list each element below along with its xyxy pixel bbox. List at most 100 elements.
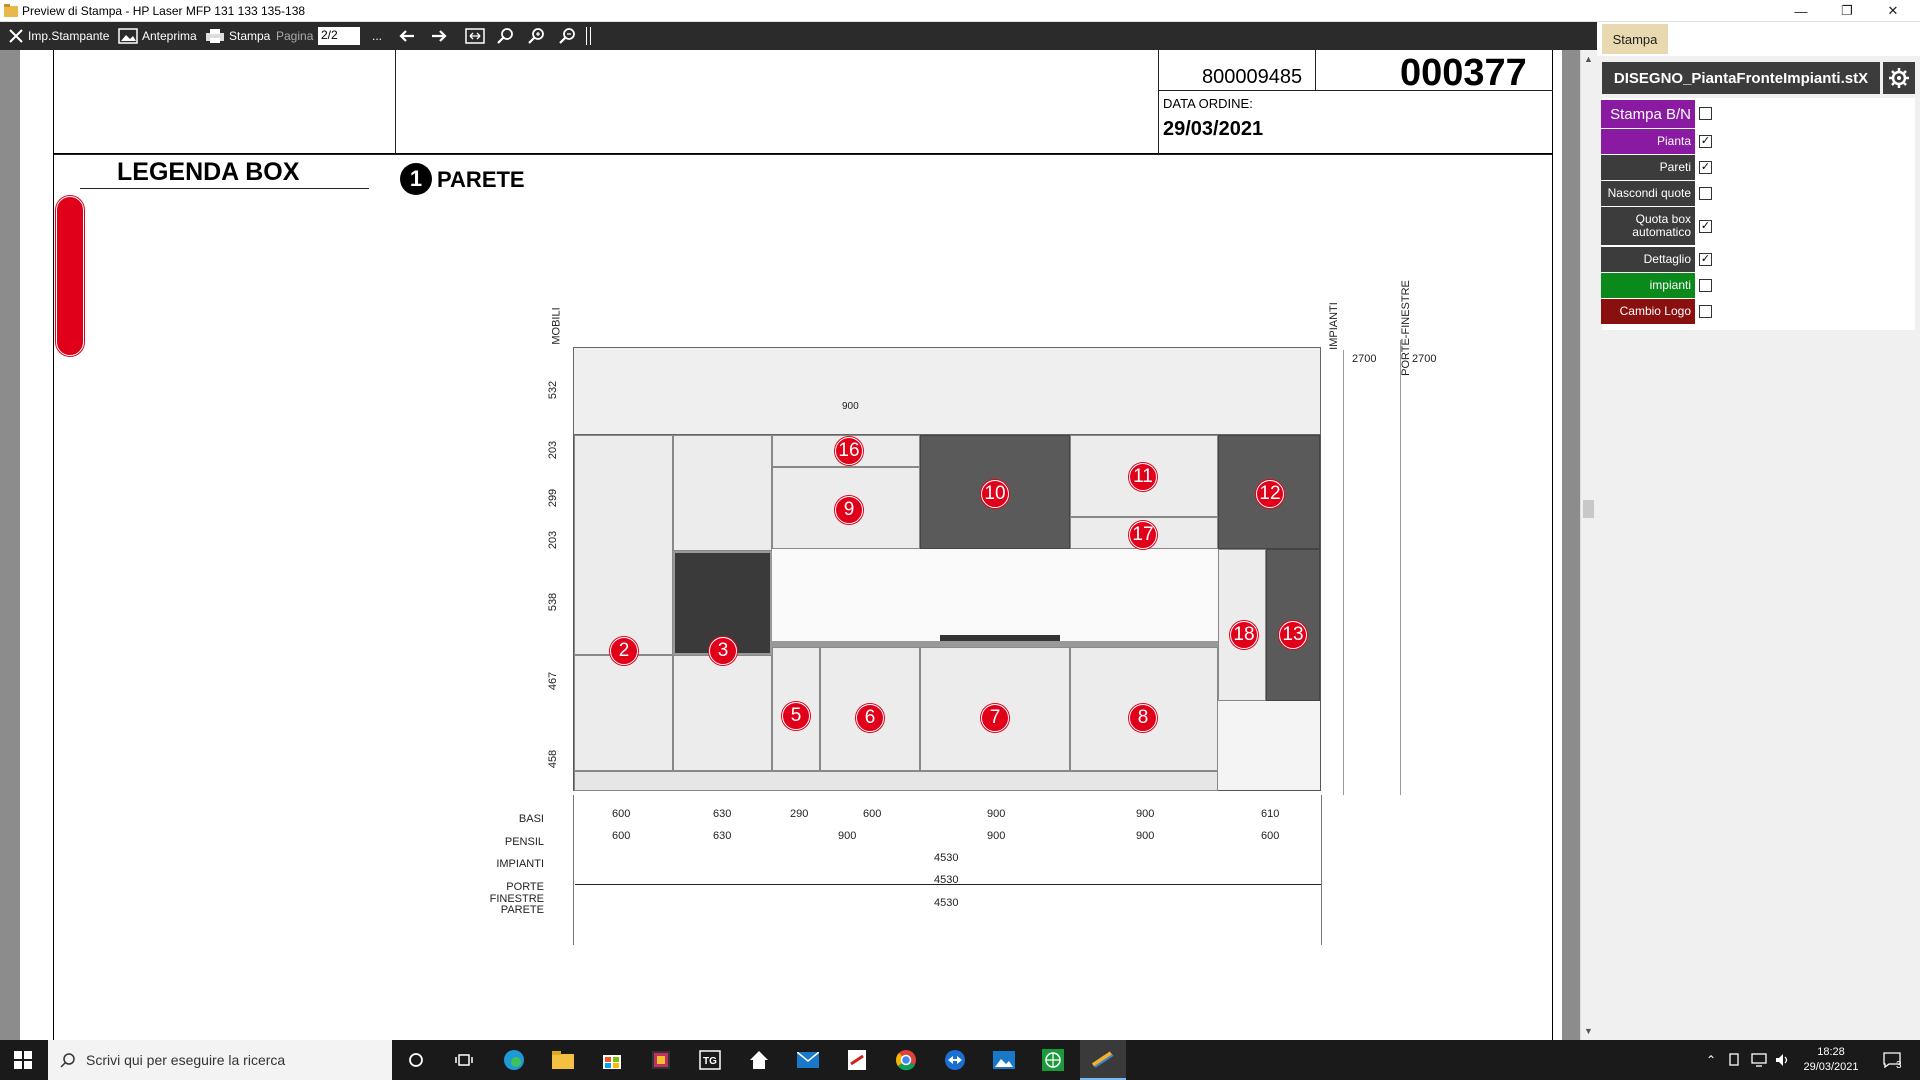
- settings-button[interactable]: [1883, 62, 1915, 94]
- option-quota-box[interactable]: Quota box automatico ✓: [1597, 207, 1920, 247]
- printer-setup-button[interactable]: Imp.Stampante: [8, 22, 109, 50]
- photos-icon: [652, 1051, 670, 1069]
- taskbar-app-globe[interactable]: [1033, 1040, 1073, 1080]
- badge-7: 7: [981, 704, 1009, 732]
- taskbar-app-photos[interactable]: [641, 1040, 681, 1080]
- panel-file-title: DISEGNO_PiantaFronteImpianti.stX: [1602, 62, 1880, 94]
- badge-13: 13: [1279, 621, 1307, 649]
- search-box[interactable]: Scrivi qui per eseguire la ricerca: [48, 1040, 392, 1080]
- dim-538: 538: [547, 592, 560, 612]
- checkbox[interactable]: ✓: [1699, 253, 1712, 266]
- zoom-out-icon[interactable]: [558, 27, 576, 45]
- zoom-icon[interactable]: [496, 27, 514, 45]
- badge-11: 11: [1129, 463, 1157, 491]
- cabinet-3-lower: [673, 655, 772, 771]
- taskbar-app-home[interactable]: [739, 1040, 779, 1080]
- more-button[interactable]: ...: [372, 22, 382, 50]
- legend-badges: [56, 196, 84, 356]
- taskbar-app-active[interactable]: [1080, 1040, 1126, 1080]
- taskbar-app-teamviewer[interactable]: [935, 1040, 975, 1080]
- cabinet-2-upper: [574, 435, 673, 655]
- pensil-value: 630: [713, 830, 732, 842]
- option-nascondi-quote[interactable]: Nascondi quote: [1597, 181, 1920, 207]
- tab-stampa[interactable]: Stampa: [1602, 24, 1668, 54]
- option-label: Quota box automatico: [1601, 207, 1695, 245]
- option-cambio-logo[interactable]: Cambio Logo: [1597, 299, 1920, 325]
- checkbox[interactable]: ✓: [1699, 161, 1712, 174]
- pensil-value: 600: [1261, 830, 1280, 842]
- clock-date: 29/03/2021: [1803, 1061, 1859, 1073]
- option-stampa-bn[interactable]: Stampa B/N: [1597, 100, 1920, 128]
- side-label-impianti: IMPIANTI: [1327, 302, 1340, 350]
- badge-8: 8: [1129, 704, 1157, 732]
- cortana-button[interactable]: [396, 1040, 436, 1080]
- basi-value: 610: [1261, 808, 1280, 820]
- option-impianti[interactable]: impianti: [1597, 273, 1920, 299]
- restore-button[interactable]: ❐: [1824, 0, 1870, 22]
- page-input[interactable]: 2/2: [318, 27, 360, 45]
- arrow-left-icon[interactable]: [398, 28, 416, 44]
- folder-icon: [552, 1051, 574, 1069]
- row-label-parete: PARETE: [500, 904, 544, 916]
- tray-volume[interactable]: [1772, 1040, 1794, 1080]
- taskbar-app-tg[interactable]: TG: [690, 1040, 730, 1080]
- fit-page-icon[interactable]: [465, 28, 485, 44]
- badge-17: 17: [1129, 521, 1157, 549]
- scroll-down-icon[interactable]: ▼: [1584, 1026, 1593, 1036]
- minimize-button[interactable]: —: [1778, 0, 1824, 22]
- network-icon: [1751, 1053, 1767, 1067]
- badge-3: 3: [709, 637, 737, 665]
- checkbox[interactable]: [1699, 187, 1712, 200]
- taskbar-app-photo-viewer[interactable]: [984, 1040, 1024, 1080]
- task-view-button[interactable]: [444, 1040, 484, 1080]
- taskbar-app-mail[interactable]: [788, 1040, 828, 1080]
- basi-value: 290: [790, 808, 809, 820]
- badge-10: 10: [981, 480, 1009, 508]
- plinth: [574, 771, 1218, 791]
- notifications-button[interactable]: 3: [1874, 1040, 1910, 1080]
- app-icon: [4, 4, 18, 17]
- store-icon: [603, 1055, 621, 1069]
- hob: [940, 635, 1060, 641]
- tray-clock[interactable]: 18:28 29/03/2021: [1798, 1040, 1864, 1080]
- checkbox[interactable]: [1699, 305, 1712, 318]
- scroll-up-icon[interactable]: ▲: [1584, 54, 1593, 64]
- zoom-in-icon[interactable]: [527, 27, 545, 45]
- pdf-icon: [848, 1050, 866, 1070]
- search-placeholder: Scrivi qui per eseguire la ricerca: [86, 1052, 286, 1068]
- option-pianta[interactable]: Pianta ✓: [1597, 129, 1920, 155]
- tray-chevron-icon[interactable]: ⌃: [1700, 1040, 1722, 1080]
- section-number-badge: 1: [400, 163, 432, 195]
- taskbar-app-pdf[interactable]: [837, 1040, 877, 1080]
- checkbox[interactable]: [1699, 107, 1712, 120]
- svg-text:TG: TG: [703, 1056, 717, 1067]
- tools-icon: [9, 29, 23, 43]
- preview-label: Anteprima: [142, 29, 197, 43]
- pensil-value: 900: [1136, 830, 1155, 842]
- taskbar-app-chrome[interactable]: [886, 1040, 926, 1080]
- print-button[interactable]: Stampa: [205, 22, 270, 50]
- taskbar-app-edge[interactable]: [494, 1040, 534, 1080]
- checkbox[interactable]: ✓: [1699, 135, 1712, 148]
- taskbar-app-store[interactable]: [592, 1040, 632, 1080]
- badge-12: 12: [1256, 480, 1284, 508]
- option-label: impianti: [1601, 273, 1695, 298]
- order-date-label: DATA ORDINE:: [1163, 96, 1253, 111]
- tray-network[interactable]: [1748, 1040, 1770, 1080]
- preview-button[interactable]: Anteprima: [118, 22, 197, 50]
- basi-value: 600: [863, 808, 882, 820]
- tray-devices[interactable]: [1724, 1040, 1746, 1080]
- option-pareti[interactable]: Pareti ✓: [1597, 155, 1920, 181]
- vertical-scrollbar[interactable]: ▲ ▼: [1580, 50, 1597, 1040]
- option-label: Pianta: [1601, 129, 1695, 154]
- task-view-icon: [455, 1054, 473, 1066]
- scroll-thumb[interactable]: [1583, 500, 1594, 518]
- checkbox[interactable]: ✓: [1699, 220, 1712, 233]
- taskbar-app-explorer[interactable]: [543, 1040, 583, 1080]
- close-button[interactable]: ✕: [1870, 0, 1916, 22]
- option-dettaglio[interactable]: Dettaglio ✓: [1597, 247, 1920, 273]
- start-button[interactable]: [0, 1040, 46, 1080]
- row-label-pensil: PENSIL: [504, 836, 544, 848]
- arrow-right-icon[interactable]: [430, 28, 448, 44]
- checkbox[interactable]: [1699, 279, 1712, 292]
